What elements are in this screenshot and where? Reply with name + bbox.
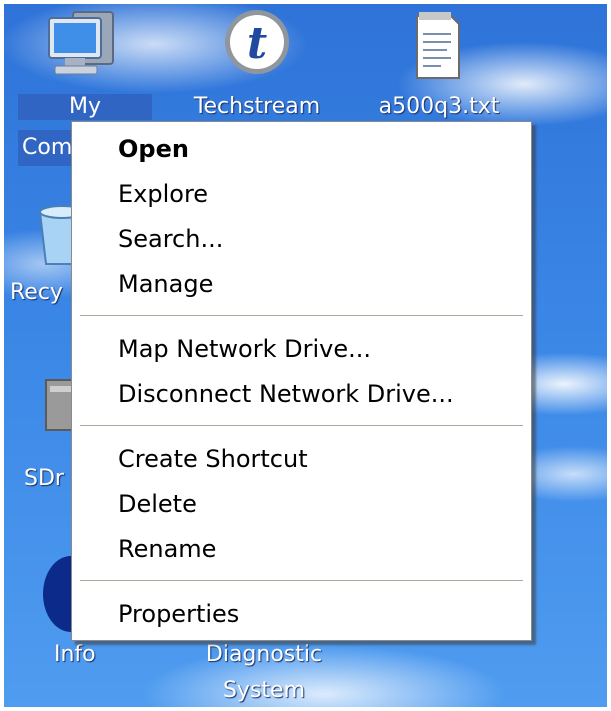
desktop-icon-techstream[interactable]: t Techstream (192, 4, 322, 128)
menu-item-manage[interactable]: Manage (118, 269, 213, 299)
desktop-icon-a500q3-txt[interactable]: a500q3.txt (372, 4, 502, 128)
text-file-icon (416, 12, 460, 79)
menu-separator (80, 315, 523, 316)
menu-item-delete[interactable]: Delete (118, 489, 197, 519)
desktop-icon-sdrive[interactable]: SDr (4, 370, 79, 500)
menu-item-open[interactable]: Open (118, 134, 189, 164)
menu-item-map-network-drive[interactable]: Map Network Drive... (118, 334, 371, 364)
diagnostic-system-label-line2: System (222, 678, 306, 703)
menu-separator (80, 425, 523, 426)
techstream-label: Techstream (193, 94, 321, 119)
context-menu: Open Explore Search... Manage Map Networ… (71, 121, 532, 641)
desktop-icon-diagnostic-system[interactable]: Diagnostic System (194, 634, 334, 707)
my-computer-label-line1: My (18, 94, 152, 120)
a500q3-txt-label: a500q3.txt (378, 94, 500, 119)
diagnostic-system-label-line1: Diagnostic (205, 642, 323, 667)
menu-item-properties[interactable]: Properties (118, 599, 239, 629)
menu-separator (80, 580, 523, 581)
menu-item-disconnect-network-drive[interactable]: Disconnect Network Drive... (118, 379, 454, 409)
svg-text:t: t (247, 18, 267, 69)
desktop-icon-recycle-bin[interactable]: Recy (4, 194, 86, 314)
menu-item-create-shortcut[interactable]: Create Shortcut (118, 444, 308, 474)
menu-item-explore[interactable]: Explore (118, 179, 208, 209)
info-label: Info (54, 642, 96, 667)
my-computer-icon (48, 11, 114, 75)
menu-item-rename[interactable]: Rename (118, 534, 216, 564)
menu-item-search[interactable]: Search... (118, 224, 223, 254)
techstream-icon: t (225, 10, 289, 74)
